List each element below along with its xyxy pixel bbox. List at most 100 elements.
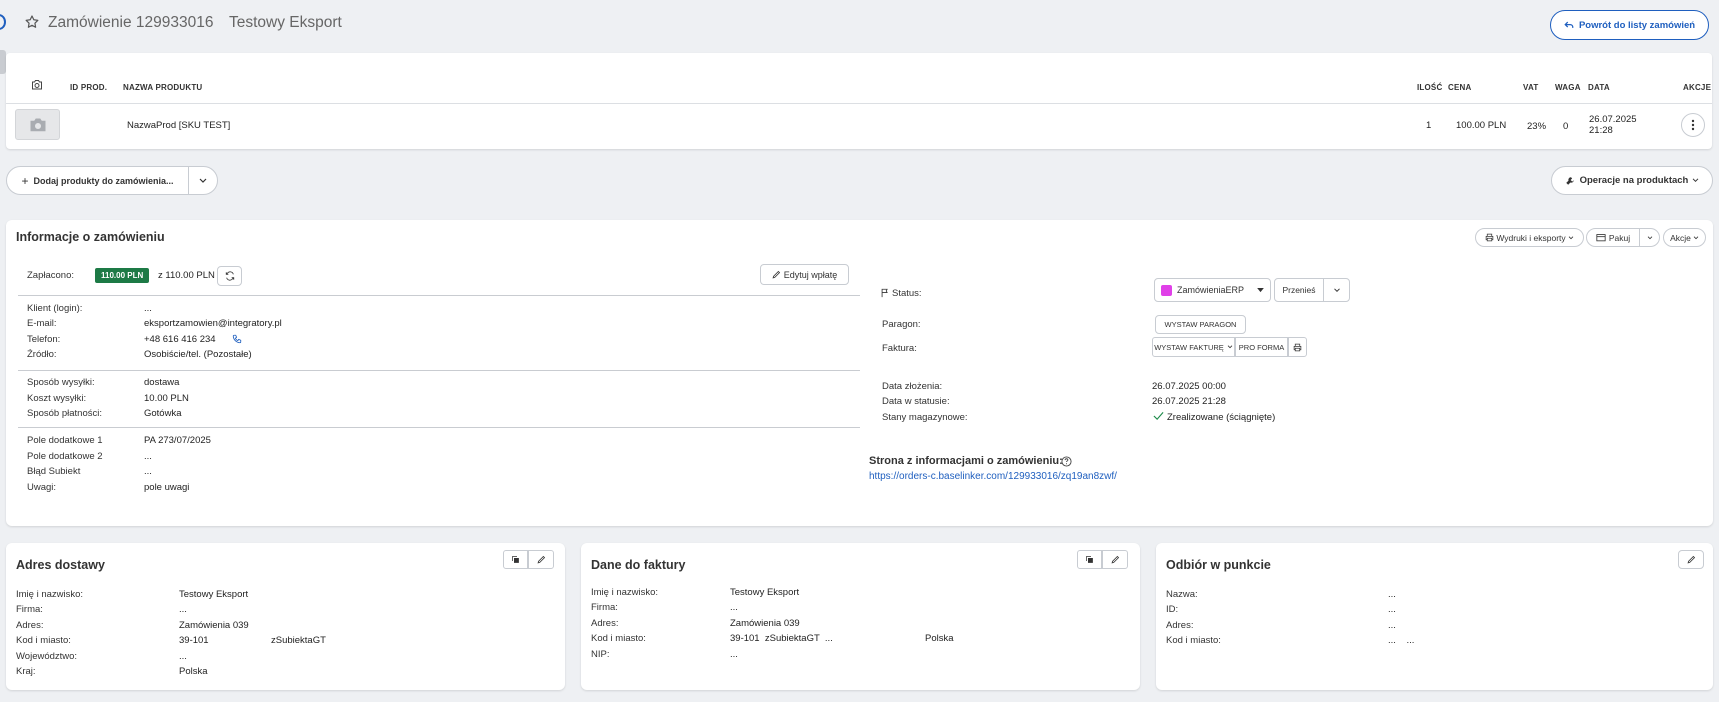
pencil-icon: [537, 555, 546, 564]
col-header-vat: VAT: [1523, 83, 1539, 92]
email-value[interactable]: eksportzamowien@integratory.pl: [144, 318, 282, 329]
pickup-point-card: Odbiór w punkcie Nazwa: ... ID: ... Adre…: [1156, 543, 1713, 690]
paid-label: Zapłacono:: [27, 270, 75, 281]
product-weight: 0: [1563, 121, 1569, 132]
col-header-price: CENA: [1448, 83, 1472, 92]
pencil-icon: [772, 270, 781, 279]
status-color-swatch: [1161, 284, 1172, 296]
add-products-button[interactable]: + Dodaj produkty do zamówienia...: [6, 166, 189, 195]
product-price: 100.00 PLN: [1456, 120, 1507, 131]
chevron-down-icon: [1568, 235, 1574, 240]
shipping-cost-label: Koszt wysyłki:: [27, 393, 87, 404]
delivery-country-value: Polska: [179, 666, 208, 677]
status-label: Status:: [892, 288, 922, 299]
invoice-title: Dane do faktury: [591, 558, 686, 572]
caret-down-icon: [1257, 287, 1264, 293]
pickup-id-label: ID:: [1166, 604, 1179, 615]
refresh-payment-button[interactable]: [217, 266, 242, 286]
info-page-link[interactable]: https://orders-c.baselinker.com/12993301…: [869, 471, 1117, 482]
printer-icon: [1293, 343, 1302, 352]
pencil-icon: [1111, 555, 1120, 564]
pack-button[interactable]: Pakuj: [1586, 228, 1640, 247]
delivery-address-card: Adres dostawy Imię i nazwisko: Testowy E…: [6, 543, 565, 690]
edit-delivery-button[interactable]: [528, 550, 554, 569]
product-image-placeholder[interactable]: [15, 109, 60, 140]
delivery-address-label: Adres:: [16, 620, 44, 631]
col-header-qty: ILOŚĆ: [1417, 83, 1443, 92]
row-actions-button[interactable]: [1681, 113, 1705, 137]
copy-icon: [511, 555, 520, 564]
edit-invoice-button[interactable]: [1102, 550, 1128, 569]
delivery-title: Adres dostawy: [16, 558, 105, 572]
check-icon: [1153, 411, 1164, 421]
order-actions-button[interactable]: Akcje: [1663, 228, 1706, 247]
product-time: 21:28: [1589, 125, 1613, 136]
print-invoice-button[interactable]: [1288, 337, 1307, 357]
info-page-label: Strona z informacjami o zamówieniu:: [869, 455, 1063, 467]
payment-method-value: Gotówka: [144, 408, 182, 419]
delivery-region-value: ...: [179, 651, 187, 662]
camera-icon: [29, 117, 47, 132]
client-login-value: ...: [144, 303, 152, 314]
product-vat: 23%: [1527, 121, 1547, 132]
delivery-name-label: Imię i nazwisko:: [16, 589, 84, 600]
copy-delivery-button[interactable]: [503, 550, 528, 569]
sidebar-edge-indicator[interactable]: [0, 14, 6, 30]
subiekt-error-label: Błąd Subiekt: [27, 466, 81, 477]
shipping-method-label: Sposób wysyłki:: [27, 377, 95, 388]
col-header-weight: WAGA: [1555, 83, 1581, 92]
pickup-address-label: Adres:: [1166, 620, 1194, 631]
source-value: Osobiście/tel. (Pozostałe): [144, 349, 252, 360]
chevron-down-icon: [1647, 235, 1653, 240]
proforma-button[interactable]: PRO FORMA: [1235, 337, 1288, 357]
product-operations-button[interactable]: Operacje na produktach: [1551, 166, 1713, 195]
delivery-country-label: Kraj:: [16, 666, 36, 677]
camera-icon: [31, 79, 43, 90]
phone-label: Telefon:: [27, 334, 61, 345]
product-date: 26.07.2025: [1589, 114, 1637, 125]
copy-icon: [1085, 555, 1094, 564]
extra-field-2-value: ...: [144, 451, 152, 462]
paid-total: z 110.00 PLN: [158, 270, 215, 281]
pencil-icon: [1687, 555, 1696, 564]
extra-field-1-label: Pole dodatkowe 1: [27, 435, 103, 446]
delivery-name-value: Testowy Eksport: [179, 589, 249, 600]
shipping-cost-value: 10.00 PLN: [144, 393, 189, 404]
help-circle-icon[interactable]: [1061, 456, 1072, 467]
printer-icon: [1485, 233, 1494, 242]
copy-invoice-button[interactable]: [1077, 550, 1102, 569]
edit-pickup-button[interactable]: [1678, 550, 1704, 569]
favorite-star-icon[interactable]: [24, 14, 40, 30]
back-to-orders-button[interactable]: Powrót do listy zamówień: [1550, 10, 1709, 40]
delivery-region-label: Województwo:: [16, 651, 78, 662]
move-status-dropdown-button[interactable]: [1323, 278, 1350, 302]
invoice-country-value: Polska: [925, 633, 954, 644]
status-date-value: 26.07.2025 21:28: [1152, 396, 1226, 407]
invoice-data-card: Dane do faktury Imię i nazwisko: Testowy…: [581, 543, 1140, 690]
prints-exports-button[interactable]: Wydruki i eksporty: [1475, 228, 1584, 247]
chevron-down-icon: [1333, 287, 1341, 293]
delivery-company-label: Firma:: [16, 604, 43, 615]
extra-field-2-label: Pole dodatkowe 2: [27, 451, 103, 462]
plus-icon: +: [21, 173, 29, 188]
notes-value: pole uwagi: [144, 482, 190, 493]
status-select[interactable]: ZamówieniaERP: [1154, 278, 1271, 302]
move-status-button[interactable]: Przenieś: [1274, 278, 1324, 302]
add-products-dropdown-button[interactable]: [188, 166, 218, 195]
invoice-address-value: Zamówienia 039: [730, 618, 800, 629]
pickup-postcode-label: Kod i miasto:: [1166, 635, 1221, 646]
pack-dropdown-button[interactable]: [1639, 228, 1660, 247]
delivery-city-value: zSubiektaGT: [271, 635, 326, 646]
paid-amount-badge: 110.00 PLN: [95, 268, 150, 283]
issue-invoice-button[interactable]: WYSTAW FAKTURĘ: [1152, 337, 1235, 357]
source-label: Źródło:: [27, 349, 57, 360]
status-date-label: Data w statusie:: [882, 396, 950, 407]
edit-payment-button[interactable]: Edytuj wpłatę: [760, 264, 849, 285]
phone-call-icon[interactable]: [232, 334, 242, 344]
chevron-down-icon: [1227, 345, 1233, 349]
issue-receipt-button[interactable]: WYSTAW PARAGON: [1155, 315, 1246, 334]
col-header-date: DATA: [1588, 83, 1610, 92]
payment-method-label: Sposób płatności:: [27, 408, 102, 419]
col-header-id: ID PROD.: [70, 83, 108, 92]
more-vertical-icon: [1691, 119, 1695, 131]
